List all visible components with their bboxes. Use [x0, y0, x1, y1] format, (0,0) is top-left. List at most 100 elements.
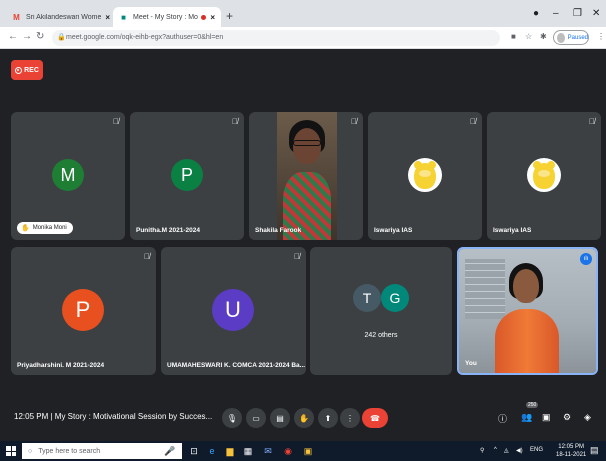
avatar: P — [62, 289, 104, 331]
participant-name: Monika Moni — [32, 225, 67, 231]
mic-button[interactable]: 🎙 — [222, 408, 242, 428]
teddy-bear-avatar — [527, 158, 561, 192]
end-call-button[interactable]: ☎ — [362, 408, 388, 428]
mic-off-icon: 🎙̸ — [144, 252, 150, 261]
mic-off-icon: 🎙̸ — [113, 117, 119, 126]
more-options-button[interactable]: ⋮ — [340, 408, 360, 428]
taskbar-search[interactable]: ○ Type here to search — [22, 443, 182, 459]
volume-icon[interactable]: ◀) — [516, 447, 523, 454]
glasses — [293, 140, 321, 146]
system-clock[interactable]: 12:05 PM 18-11-2021 — [556, 443, 586, 459]
mic-off-icon: 🎙̸ — [589, 117, 595, 126]
lock-icon: 🔒 — [57, 34, 66, 41]
new-tab-button[interactable]: + — [226, 9, 233, 23]
close-window-icon[interactable]: ✕ — [592, 8, 600, 19]
avatar: P — [171, 159, 203, 191]
mail-icon[interactable]: ✉ — [262, 445, 274, 457]
reload-icon[interactable]: ↻ — [36, 31, 44, 42]
forward-icon[interactable]: → — [22, 31, 32, 42]
address-bar-row: ← → ↻ 🔒 meet.google.com/oqk-eihb-egx?aut… — [0, 27, 606, 49]
raised-hand-icon: ✋ — [21, 225, 30, 232]
participant-name: Shakila Farook — [255, 227, 302, 234]
search-icon: ○ — [28, 447, 33, 455]
url-field[interactable]: 🔒 meet.google.com/oqk-eihb-egx?authuser=… — [52, 30, 500, 46]
shield-icon[interactable]: ◈ — [584, 412, 591, 423]
participant-video — [277, 112, 337, 240]
participant-name: Priyadharshini. M 2021-2024 — [17, 362, 105, 369]
participant-name: UMAMAHESWARI K. COMCA 2021-2024 Ba... — [167, 362, 306, 369]
present-button[interactable]: ⬆ — [318, 408, 338, 428]
present-icon: ⬆ — [324, 413, 332, 423]
camera-icon[interactable]: ■ — [511, 32, 516, 41]
back-icon[interactable]: ← — [8, 31, 18, 42]
star-icon[interactable]: ☆ — [525, 32, 532, 41]
meeting-controls: 12:05 PM | My Story : Motivational Sessi… — [0, 396, 606, 441]
language-indicator[interactable]: ENG — [530, 447, 543, 453]
clothing — [495, 309, 559, 373]
people-icon[interactable]: 👥 — [521, 412, 532, 423]
whiteboard — [465, 259, 505, 319]
participant-tile[interactable]: 🎙̸ Iswariya IAS — [487, 112, 601, 240]
participant-tile[interactable]: 🎙̸ M ✋ Monika Moni — [11, 112, 125, 240]
participant-name: Iswariya IAS — [374, 227, 413, 234]
activities-icon[interactable]: ⚙ — [563, 412, 571, 423]
store-icon[interactable]: ▦ — [242, 445, 254, 457]
app-icon[interactable]: ▣ — [302, 445, 314, 457]
file-explorer-icon[interactable]: ▆ — [224, 445, 236, 457]
captions-button[interactable]: ▤ — [270, 408, 290, 428]
participant-tile[interactable]: 🎙̸ P Punitha.M 2021-2024 — [130, 112, 244, 240]
mic-off-icon: 🎙̸ — [470, 117, 476, 126]
meeting-time: 12:05 PM — [14, 412, 49, 421]
info-icon[interactable]: ⓘ — [498, 412, 507, 425]
task-view-icon[interactable]: ⊡ — [188, 445, 200, 457]
chrome-icon[interactable]: ◉ — [282, 445, 294, 457]
meet-icon: ■ — [121, 12, 126, 22]
windows-taskbar: ○ Type here to search 🎤 ⊡ e ▆ ▦ ✉ ◉ ▣ ⚲ … — [0, 441, 606, 461]
media-icon[interactable]: ● — [533, 8, 539, 19]
meet-stage: REC 🎙̸ M ✋ Monika Moni 🎙̸ P Punitha.M 20… — [0, 49, 606, 441]
self-tile[interactable]: ılı You — [457, 247, 598, 375]
voice-search-icon[interactable]: 🎤 — [164, 445, 176, 457]
avatar: U — [212, 289, 254, 331]
network-icon[interactable]: ◬ — [504, 447, 509, 454]
chat-icon[interactable]: ▣ — [542, 412, 551, 423]
participant-name: You — [465, 360, 477, 367]
more-icon: ⋮ — [346, 413, 354, 423]
participant-tile[interactable]: 🎙̸ Iswariya IAS — [368, 112, 482, 240]
participant-name: Punitha.M 2021-2024 — [136, 227, 200, 234]
browser-tab-strip: M Sri Akilandeswari Women's Colle × ■ Me… — [0, 0, 606, 27]
mic-icon: 🎙 — [226, 413, 238, 423]
profile-button[interactable]: Paused — [553, 30, 589, 45]
participant-tile[interactable]: 🎙̸ P Priyadharshini. M 2021-2024 — [11, 247, 156, 375]
raise-hand-button[interactable]: ✋ — [294, 408, 314, 428]
teddy-bear-avatar — [408, 158, 442, 192]
rec-indicator[interactable]: REC — [11, 60, 43, 80]
more-icon[interactable]: ⋮ — [597, 32, 605, 41]
participant-count-badge: 250 — [526, 402, 539, 408]
meeting-title: My Story : Motivational Session by Succe… — [54, 412, 213, 421]
avatar: T — [353, 284, 381, 312]
others-tile[interactable]: T G 242 others — [310, 247, 452, 375]
restore-icon[interactable]: ❐ — [573, 8, 582, 19]
tab-college[interactable]: M Sri Akilandeswari Women's Colle × — [6, 7, 116, 27]
camera-button[interactable]: ▭ — [246, 408, 266, 428]
notification-icon[interactable]: ▤ — [590, 445, 599, 456]
participant-tile[interactable]: 🎙̸ U UMAMAHESWARI K. COMCA 2021-2024 Ba.… — [161, 247, 306, 375]
people-tray-icon[interactable]: ⚲ — [480, 447, 484, 454]
close-icon[interactable]: × — [105, 13, 110, 22]
speaking-icon: ılı — [580, 253, 592, 265]
minimize-icon[interactable]: – — [553, 8, 559, 19]
participant-tile[interactable]: 🎙̸ Shakila Farook — [249, 112, 363, 240]
chevron-up-icon[interactable]: ^ — [494, 447, 497, 453]
close-icon[interactable]: × — [210, 13, 215, 22]
extension-icon[interactable]: ✱ — [540, 32, 547, 41]
meeting-info: 12:05 PM | My Story : Motivational Sessi… — [14, 412, 213, 421]
windows-start-icon[interactable] — [6, 446, 16, 456]
others-count: 242 others — [364, 332, 398, 339]
tab-title: Sri Akilandeswari Women's Colle — [26, 13, 102, 21]
mic-off-icon: 🎙̸ — [232, 117, 238, 126]
tab-title: Meet - My Story : Motivatio — [133, 13, 198, 21]
tab-meet[interactable]: ■ Meet - My Story : Motivatio × — [113, 7, 221, 27]
edge-icon[interactable]: e — [206, 445, 218, 457]
profile-status: Paused — [567, 34, 588, 41]
